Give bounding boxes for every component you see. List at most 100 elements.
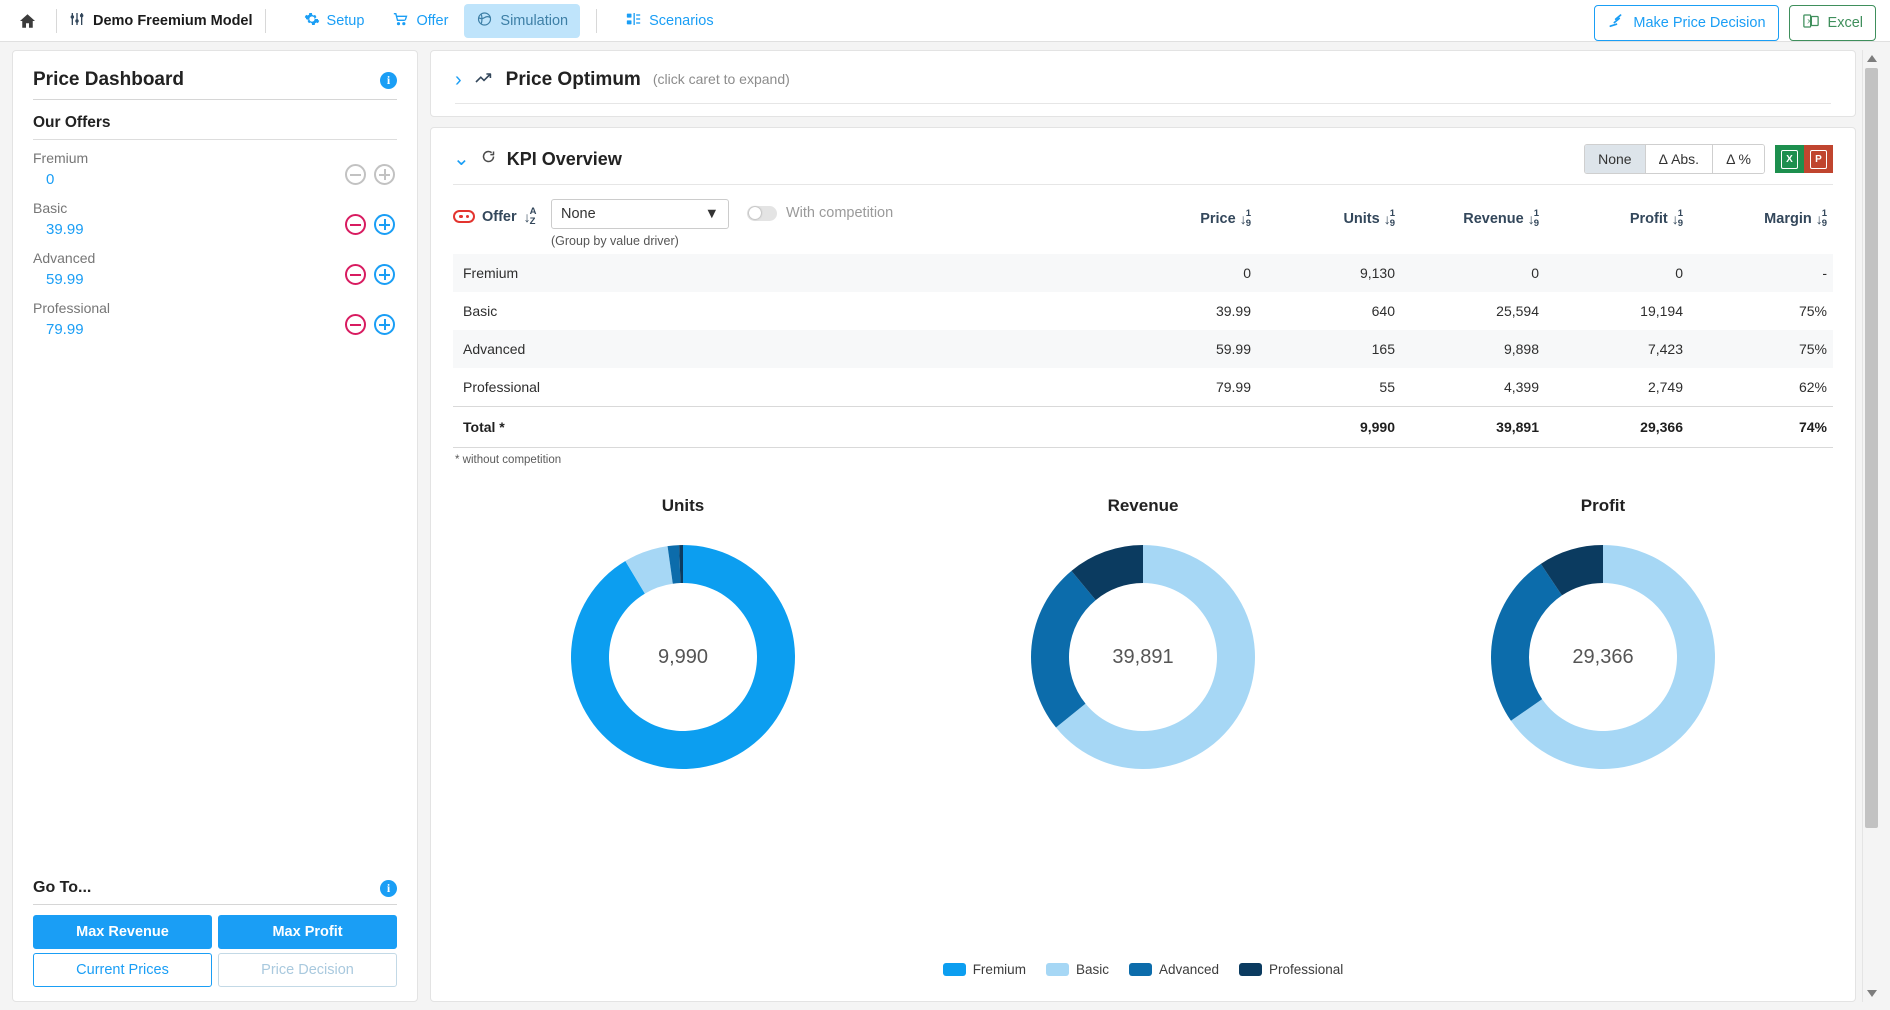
scrollbar-thumb[interactable] <box>1865 68 1878 828</box>
tab-setup[interactable]: Setup <box>292 4 377 38</box>
tab-offer-label: Offer <box>416 13 448 29</box>
table-row[interactable]: Advanced 59.99 165 9,898 7,423 75% <box>453 330 1833 368</box>
chart-title: Revenue <box>1108 496 1179 516</box>
kpi-toolbar: None Δ Abs. Δ % X P <box>1584 144 1833 174</box>
with-competition-label: With competition <box>786 205 893 221</box>
goto-title: Go To... <box>33 879 91 897</box>
cell-units: 640 <box>1257 292 1401 330</box>
column-header-price[interactable]: Price ↓19 <box>1113 205 1257 238</box>
row-label: Fremium <box>453 254 1113 292</box>
sort-19-icon: ↓19 <box>1240 209 1251 228</box>
excel-icon: X <box>1802 12 1820 34</box>
tab-simulation[interactable]: Simulation <box>464 4 580 38</box>
export-excel-button[interactable]: X <box>1775 145 1804 173</box>
decrement-button[interactable] <box>345 264 366 285</box>
make-price-decision-label: Make Price Decision <box>1633 15 1765 31</box>
sort-19-icon: ↓19 <box>1528 209 1539 228</box>
donut-charts: Units 9,990 Revenue 39,891 <box>453 496 1833 952</box>
info-icon[interactable]: i <box>380 880 397 897</box>
gear-icon <box>304 11 320 31</box>
price-dashboard-panel: Price Dashboard i Our Offers Fremium 0 B… <box>12 50 418 1002</box>
model-name: Demo Freemium Model <box>69 11 253 31</box>
total-label: Total * <box>453 407 1113 448</box>
table-footnote: * without competition <box>453 448 1833 466</box>
legend-item-advanced[interactable]: Advanced <box>1129 962 1219 977</box>
tab-scenarios-label: Scenarios <box>649 13 713 29</box>
delta-mode-abs[interactable]: Δ Abs. <box>1646 145 1713 173</box>
tab-offer[interactable]: Offer <box>380 4 460 38</box>
cell-revenue: 0 <box>1401 254 1545 292</box>
max-revenue-button[interactable]: Max Revenue <box>33 915 212 949</box>
collapse-caret-icon[interactable]: ⌄ <box>453 149 470 169</box>
scroll-down-arrow-icon[interactable] <box>1867 990 1877 998</box>
price-decision-button: Price Decision <box>218 953 397 987</box>
kpi-table: Fremium 0 9,130 0 0 - Basic 39.99 640 25… <box>453 254 1833 448</box>
vertical-scrollbar[interactable] <box>1862 50 1880 1002</box>
sliders-icon <box>69 11 85 31</box>
visibility-icon[interactable] <box>453 210 475 223</box>
sort-az-icon[interactable]: ↓AZ <box>524 207 537 226</box>
total-revenue: 39,891 <box>1401 407 1545 448</box>
increment-button[interactable] <box>374 264 395 285</box>
sort-19-icon: ↓19 <box>1816 209 1827 228</box>
info-icon[interactable]: i <box>380 72 397 89</box>
column-header-profit[interactable]: Profit ↓19 <box>1545 205 1689 238</box>
main-nav: Setup Offer Simulation <box>292 4 726 38</box>
divider <box>56 9 57 33</box>
legend-label: Basic <box>1076 962 1109 977</box>
tab-scenarios[interactable]: Scenarios <box>613 4 725 38</box>
donut-center-label: 9,990 <box>568 542 798 772</box>
expand-caret-icon[interactable]: › <box>455 70 462 90</box>
cell-units: 9,130 <box>1257 254 1401 292</box>
cell-profit: 0 <box>1545 254 1689 292</box>
current-prices-button[interactable]: Current Prices <box>33 953 212 987</box>
scroll-up-arrow-icon[interactable] <box>1867 54 1877 62</box>
column-header-revenue[interactable]: Revenue ↓19 <box>1401 205 1545 238</box>
legend-item-basic[interactable]: Basic <box>1046 962 1109 977</box>
decrement-button[interactable] <box>345 214 366 235</box>
increment-button[interactable] <box>374 314 395 335</box>
table-row[interactable]: Professional 79.99 55 4,399 2,749 62% <box>453 368 1833 407</box>
column-header-margin[interactable]: Margin ↓19 <box>1689 205 1833 238</box>
home-icon[interactable] <box>10 12 44 30</box>
make-price-decision-button[interactable]: Make Price Decision <box>1594 5 1778 41</box>
row-label: Basic <box>453 292 1113 330</box>
group-by-value: None <box>561 206 596 222</box>
group-by-hint: (Group by value driver) <box>551 234 729 248</box>
refresh-icon[interactable] <box>481 149 496 169</box>
page-title: Price Dashboard <box>33 69 184 91</box>
svg-text:X: X <box>1807 19 1811 25</box>
total-price <box>1113 407 1257 448</box>
price-optimum-header: › Price Optimum (click caret to expand) <box>455 69 1831 104</box>
excel-export-button[interactable]: X Excel <box>1789 5 1876 41</box>
cell-price: 0 <box>1113 254 1257 292</box>
chart-revenue: Revenue 39,891 <box>1028 496 1258 772</box>
table-row[interactable]: Fremium 0 9,130 0 0 - <box>453 254 1833 292</box>
legend-item-fremium[interactable]: Fremium <box>943 962 1026 977</box>
cell-revenue: 4,399 <box>1401 368 1545 407</box>
goto-buttons: Max Revenue Max Profit Current Prices Pr… <box>33 915 397 987</box>
offer-name: Advanced <box>33 250 397 266</box>
excel-label: Excel <box>1828 15 1863 31</box>
table-row[interactable]: Basic 39.99 640 25,594 19,194 75% <box>453 292 1833 330</box>
delta-mode-pct[interactable]: Δ % <box>1713 145 1764 173</box>
group-by-select[interactable]: None ▼ <box>551 199 729 229</box>
cell-price: 59.99 <box>1113 330 1257 368</box>
top-navigation-bar: Demo Freemium Model Setup Offer Simulat <box>0 0 1890 42</box>
chart-title: Profit <box>1581 496 1625 516</box>
offer-row-basic: Basic 39.99 <box>33 190 397 240</box>
export-powerpoint-button[interactable]: P <box>1804 145 1833 173</box>
goto-header: Go To... i <box>33 879 397 905</box>
column-header-units[interactable]: Units ↓19 <box>1257 205 1401 238</box>
max-profit-button[interactable]: Max Profit <box>218 915 397 949</box>
increment-button[interactable] <box>374 214 395 235</box>
donut-center-label: 39,891 <box>1028 542 1258 772</box>
legend-item-professional[interactable]: Professional <box>1239 962 1343 977</box>
delta-mode-none[interactable]: None <box>1585 145 1645 173</box>
cell-price: 39.99 <box>1113 292 1257 330</box>
decrement-button[interactable] <box>345 314 366 335</box>
with-competition-toggle[interactable] <box>747 206 777 221</box>
offer-stepper <box>345 314 395 335</box>
legend-label: Advanced <box>1159 962 1219 977</box>
cell-profit: 19,194 <box>1545 292 1689 330</box>
